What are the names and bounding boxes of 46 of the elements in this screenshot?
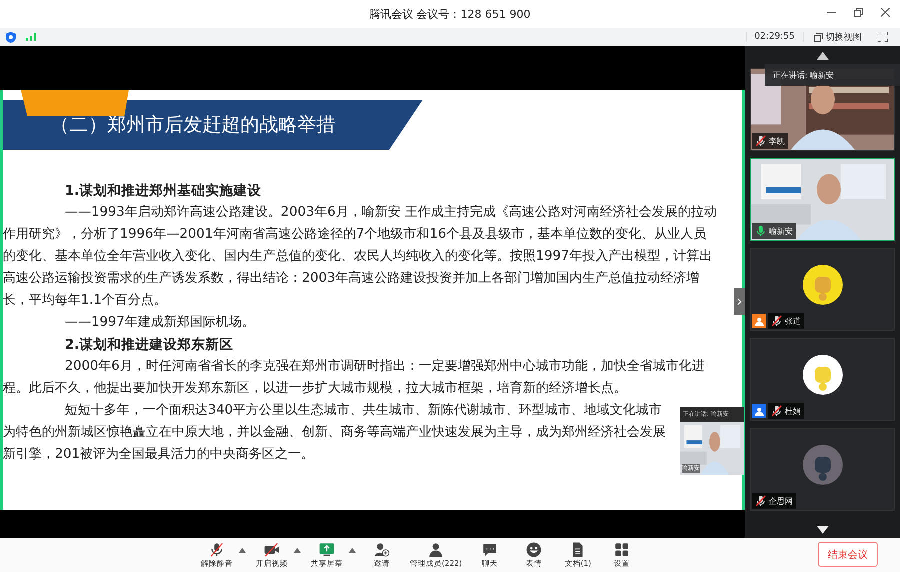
participant-tile[interactable]: 企思网 [750, 428, 895, 511]
participant-tile[interactable]: 杜娟 [750, 338, 895, 421]
add-person-icon [374, 542, 390, 558]
shield-icon [6, 32, 16, 42]
section-heading: 2.谋划和推进建设郑东新区 [65, 336, 235, 355]
caret-icon[interactable] [239, 548, 246, 552]
speaking-banner: 正在讲话: 喻新安 [765, 64, 900, 86]
paragraph: ——1993年启动郑许高速公路建设。2003年6月，喻新安 王作成主持完成《高速公路对河南经济社会发展的拉动作用研究》，分析了1996年—2001年河南省高速公路途径的7个地级市和16个县及县级市，基本单位数的变化、从业人员的变化、基本单位全年营业收入变化、国内生产总值的变化、农民人均纯收入的变化等。按照1997年投入产出模型，计算出高速公路运输投资需求的生产诱发系数，得出结论：2003年高速公路建设投资并加上各部门增加国内生产总值拉动经济增长，平均每年1.1个百分点。 [3, 204, 718, 310]
person-icon [428, 542, 444, 558]
meeting-timer: 02:29:55 [746, 32, 804, 42]
section-heading: 1.谋划和推进郑州基础实施建设 [65, 182, 263, 201]
slide-title: （二）郑州市后发赶超的战略举措 [50, 113, 336, 138]
signal-icon [26, 33, 36, 41]
mic-icon [755, 225, 767, 237]
window-title: 腾讯会议 会议号：128 651 900 [369, 6, 531, 22]
participant-tile[interactable]: 喻新安 [750, 158, 895, 241]
camera-off-icon [264, 542, 280, 558]
grid-icon [614, 542, 630, 558]
screen-share-icon [319, 542, 335, 558]
scroll-down-icon[interactable] [817, 526, 829, 534]
windows-icon [814, 32, 823, 42]
close-icon[interactable] [881, 8, 890, 17]
participant-name: 企思网 [752, 493, 796, 509]
chat-icon [482, 542, 498, 558]
switch-view-button[interactable]: 切换视图 [814, 30, 862, 44]
participant-name: 李凯 [752, 133, 788, 149]
muted-mic-icon [209, 542, 225, 558]
paragraph: 短短十多年，一个面积达340平方公里以生态城市、共生城市、新陈代谢城市、环型城市、地域文化城市为特色的州新城区惊艳矗立在中原大地，并以金融、创新、商务等高端产业快速发展为主导，成为郑州经济社会发展新引擎，201被评为全国最具活力的中央商务区之一。 [3, 402, 667, 464]
smiley-icon [526, 542, 542, 558]
muted-mic-icon [755, 495, 767, 507]
participant-name: 张道 [768, 313, 804, 329]
muted-mic-icon [771, 315, 783, 327]
participant-tile[interactable]: 张道 [750, 248, 895, 331]
collapse-handle[interactable] [734, 288, 745, 315]
muted-mic-icon [771, 405, 783, 417]
participant-name: 杜娟 [768, 403, 804, 419]
paragraph: 2000年6月，时任河南省省长的李克强在郑州市调研时指出：一定要增强郑州中心城市功能，加快全省城市化进程。此后不久，他提出要加快开发郑东新区，以进一步扩大城市规模，拉大城市框架，培育新的经济增长点。 [3, 358, 706, 398]
caret-icon[interactable] [349, 548, 356, 552]
scroll-up-icon[interactable] [817, 52, 829, 60]
fullscreen-icon[interactable] [878, 32, 888, 42]
muted-mic-icon [755, 135, 767, 147]
restore-icon[interactable] [854, 8, 863, 17]
participant-name: 喻新安 [752, 223, 796, 239]
paragraph: ——1997年建成新郑国际机场。 [64, 314, 256, 332]
caret-icon[interactable] [294, 548, 301, 552]
end-meeting-button[interactable]: 结束会议 [818, 542, 878, 567]
